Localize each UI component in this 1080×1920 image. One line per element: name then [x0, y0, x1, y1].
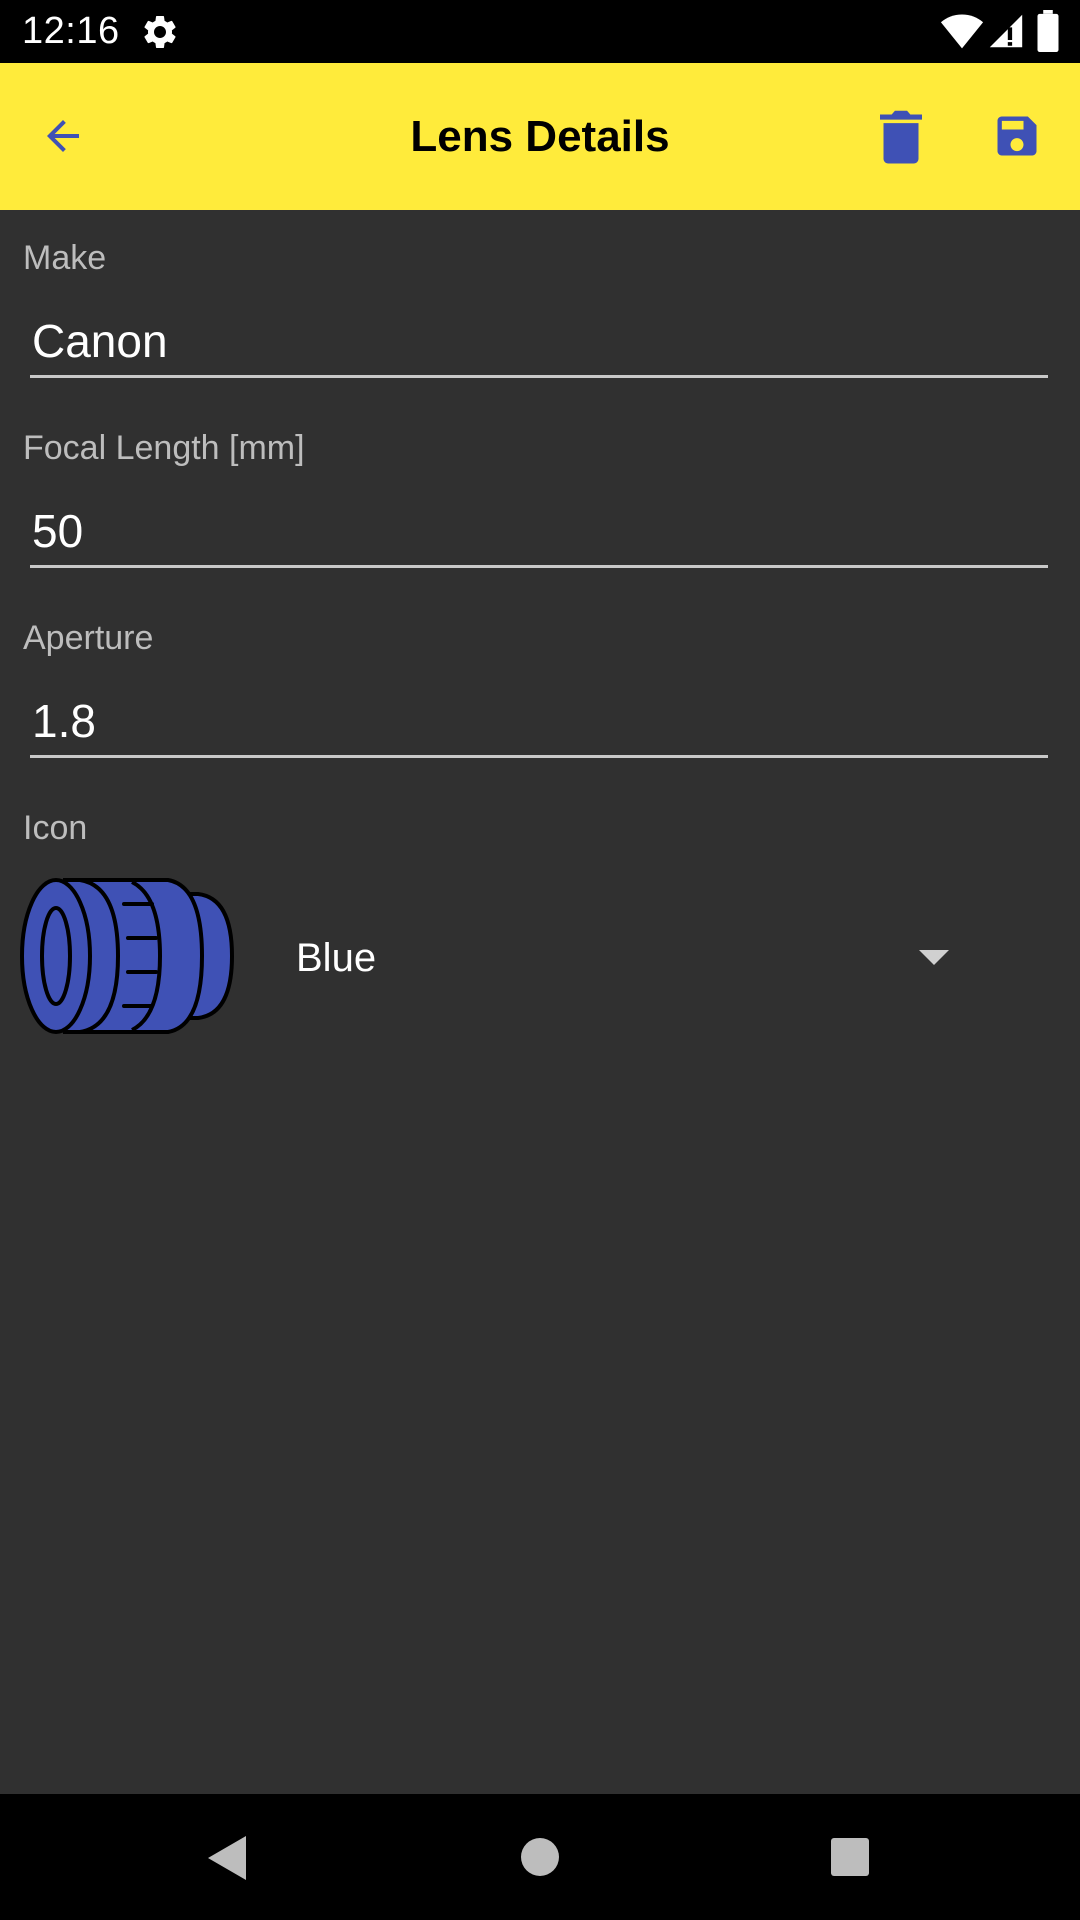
app-bar: Lens Details: [0, 63, 1080, 210]
wifi-icon: [940, 14, 984, 49]
delete-button[interactable]: [868, 103, 934, 169]
focal-length-label: Focal Length [mm]: [23, 429, 305, 467]
icon-color-dropdown[interactable]: Blue: [278, 910, 978, 1010]
nav-home-icon[interactable]: [521, 1838, 559, 1876]
save-icon: [997, 116, 1037, 156]
lens-icon: [20, 878, 234, 1034]
icon-label: Icon: [23, 809, 88, 847]
make-label: Make: [23, 239, 107, 277]
focal-length-input[interactable]: [30, 496, 1048, 568]
make-input[interactable]: [30, 306, 1048, 378]
cell-signal-icon: [989, 14, 1023, 48]
status-time: 12:16: [22, 10, 120, 52]
settings-gear-icon: [144, 15, 176, 48]
status-bar: 12:16: [0, 0, 1080, 63]
battery-icon: [1037, 10, 1059, 52]
save-button[interactable]: [984, 103, 1050, 169]
nav-back-icon[interactable]: [204, 1834, 248, 1882]
system-nav-bar: [0, 1794, 1080, 1920]
aperture-label: Aperture: [23, 619, 154, 657]
aperture-input[interactable]: [30, 686, 1048, 758]
icon-color-selected: Blue: [296, 936, 377, 980]
trash-icon: [880, 110, 922, 164]
dropdown-arrow-icon: [919, 950, 949, 965]
nav-recents-icon[interactable]: [831, 1838, 869, 1876]
lens-details-screen: 12:16 Lens Details Make Canon Focal Leng…: [0, 0, 1080, 1920]
